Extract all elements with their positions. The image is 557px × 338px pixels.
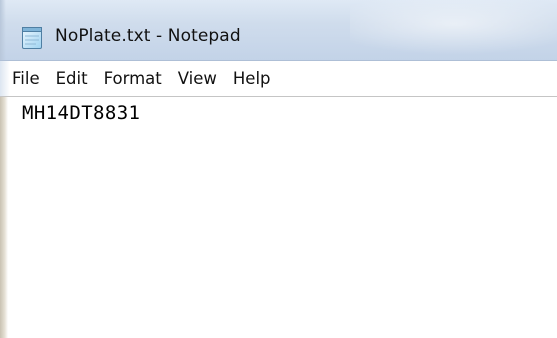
- notepad-icon[interactable]: [21, 26, 43, 50]
- window-left-border: [0, 97, 8, 338]
- editor-content[interactable]: MH14DT8831: [22, 102, 140, 124]
- menu-file[interactable]: File: [12, 69, 40, 88]
- window-frame-edge: [0, 0, 6, 60]
- menu-help[interactable]: Help: [233, 69, 271, 88]
- menu-bar: File Edit Format View Help: [0, 60, 557, 97]
- menu-edit[interactable]: Edit: [56, 69, 88, 88]
- window-title: NoPlate.txt - Notepad: [55, 26, 241, 46]
- title-bar[interactable]: NoPlate.txt - Notepad: [0, 0, 557, 60]
- menu-view[interactable]: View: [178, 69, 217, 88]
- menu-format[interactable]: Format: [104, 69, 162, 88]
- text-editor-area[interactable]: MH14DT8831: [0, 96, 557, 338]
- notepad-window: NoPlate.txt - Notepad File Edit Format V…: [0, 0, 557, 338]
- menu-bar-shade: [0, 61, 10, 97]
- title-bar-glare: [350, 0, 557, 60]
